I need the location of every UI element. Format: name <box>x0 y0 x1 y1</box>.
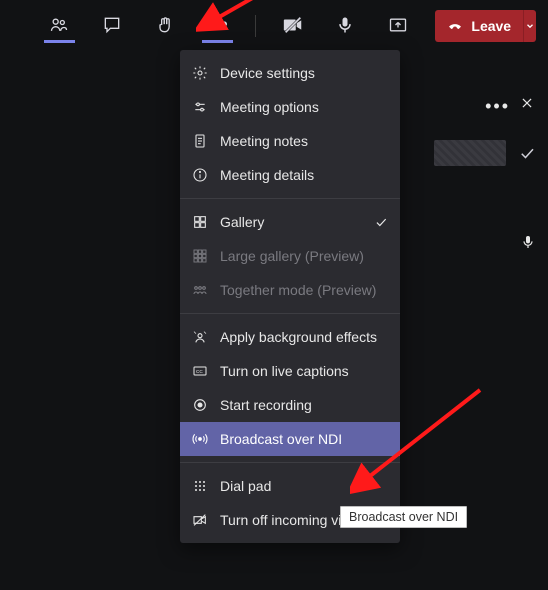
svg-text:CC: CC <box>196 369 203 374</box>
menu-live-captions[interactable]: CC Turn on live captions <box>180 354 400 388</box>
panel-mic-icon <box>520 234 536 250</box>
menu-meeting-notes[interactable]: Meeting notes <box>180 124 400 158</box>
menu-label: Broadcast over NDI <box>220 431 388 447</box>
microphone-button[interactable] <box>330 9 361 43</box>
camera-slash-icon <box>192 512 208 528</box>
notes-icon <box>192 133 208 149</box>
broadcast-icon <box>192 431 208 447</box>
background-effects-icon <box>192 329 208 345</box>
leave-dropdown-button[interactable] <box>523 10 536 42</box>
menu-device-settings[interactable]: Device settings <box>180 56 400 90</box>
chat-button[interactable] <box>97 9 128 43</box>
panel-close-button[interactable] <box>518 94 536 112</box>
menu-label: Meeting options <box>220 99 388 115</box>
more-actions-menu: Device settings Meeting options Meeting … <box>180 50 400 543</box>
menu-label: Device settings <box>220 65 388 81</box>
record-icon <box>192 397 208 413</box>
tooltip: Broadcast over NDI <box>340 506 467 528</box>
leave-button[interactable]: Leave <box>435 10 523 42</box>
menu-label: Meeting details <box>220 167 388 183</box>
menu-apply-background[interactable]: Apply background effects <box>180 320 400 354</box>
sliders-icon <box>192 99 208 115</box>
dialpad-icon <box>192 478 208 494</box>
camera-off-button[interactable] <box>277 9 308 43</box>
panel-check-icon <box>518 144 536 162</box>
menu-separator <box>180 462 400 463</box>
raise-hand-button[interactable] <box>149 9 180 43</box>
menu-meeting-details[interactable]: Meeting details <box>180 158 400 192</box>
menu-gallery[interactable]: Gallery <box>180 205 400 239</box>
info-icon <box>192 167 208 183</box>
menu-together-mode: Together mode (Preview) <box>180 273 400 307</box>
menu-meeting-options[interactable]: Meeting options <box>180 90 400 124</box>
gear-icon <box>192 65 208 81</box>
menu-large-gallery: Large gallery (Preview) <box>180 239 400 273</box>
menu-label: Together mode (Preview) <box>220 282 388 298</box>
menu-label: Apply background effects <box>220 329 388 345</box>
menu-dial-pad[interactable]: Dial pad <box>180 469 400 503</box>
menu-label: Large gallery (Preview) <box>220 248 388 264</box>
participants-button[interactable] <box>44 9 75 43</box>
menu-start-recording[interactable]: Start recording <box>180 388 400 422</box>
leave-label: Leave <box>471 18 511 34</box>
check-icon <box>374 215 388 229</box>
people-row-icon <box>192 282 208 298</box>
menu-label: Dial pad <box>220 478 388 494</box>
grid-2x2-icon <box>192 214 208 230</box>
leave-button-group: Leave <box>435 10 536 42</box>
menu-separator <box>180 198 400 199</box>
menu-label: Start recording <box>220 397 388 413</box>
menu-separator <box>180 313 400 314</box>
share-screen-button[interactable] <box>383 9 414 43</box>
panel-more-button[interactable]: ••• <box>485 96 510 117</box>
menu-broadcast-ndi[interactable]: Broadcast over NDI <box>180 422 400 456</box>
menu-label: Gallery <box>220 214 362 230</box>
toolbar-separator <box>255 15 256 37</box>
grid-3x3-icon <box>192 248 208 264</box>
meeting-toolbar: ••• Leave <box>0 6 548 46</box>
menu-label: Turn on live captions <box>220 363 388 379</box>
panel-thumbnail <box>434 140 506 166</box>
cc-icon: CC <box>192 363 208 379</box>
more-actions-button[interactable]: ••• <box>202 9 233 43</box>
menu-label: Meeting notes <box>220 133 388 149</box>
hangup-icon <box>447 18 463 34</box>
